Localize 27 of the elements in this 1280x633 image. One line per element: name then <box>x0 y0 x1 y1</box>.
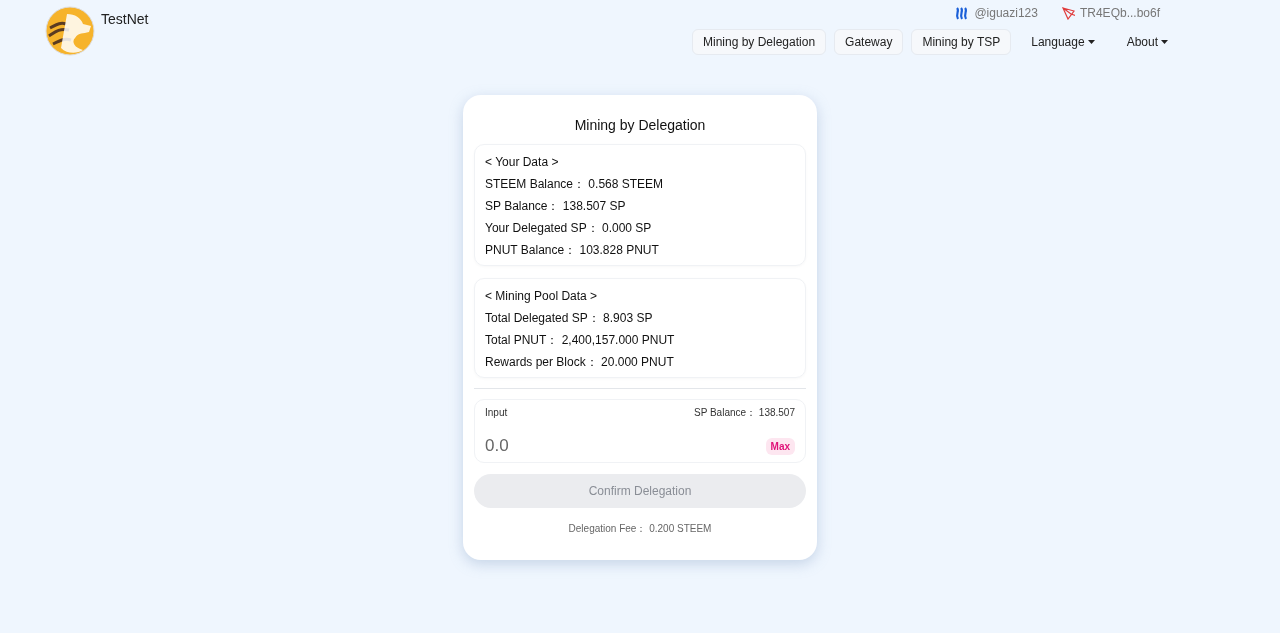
account-name[interactable]: @iguazi123 <box>974 6 1038 20</box>
data-row-text: Your Delegated SP： 0.000 SP <box>485 220 653 237</box>
input-label: Input <box>485 406 508 420</box>
sp-balance-text: SP Balance： 138.507 <box>694 406 795 420</box>
nav-dropdown[interactable]: Language <box>1019 30 1107 54</box>
data-row-text: STEEM Balance： 0.568 STEEM <box>485 176 665 193</box>
data-row-text: Rewards per Block： 20.000 PNUT <box>485 354 675 371</box>
delegation-fee-text: Delegation Fee： 0.200 STEEM <box>567 522 713 536</box>
panel-title: Mining by Delegation <box>573 117 707 133</box>
max-button[interactable]: Max <box>765 437 795 455</box>
account-name[interactable]: TR4EQb...bo6f <box>1079 6 1160 20</box>
squirrel-logo-icon <box>45 6 95 56</box>
nav-button[interactable]: Gateway <box>834 29 904 55</box>
nav-button[interactable]: Mining by Delegation <box>692 29 827 55</box>
section-heading: < Your Data > <box>485 154 560 171</box>
nav-button[interactable]: Mining by TSP <box>911 29 1012 55</box>
nav-dropdown[interactable]: About <box>1114 30 1180 54</box>
data-row-text: Total PNUT： 2,400,157.000 PNUT <box>485 332 676 349</box>
steem-logo-icon <box>955 6 970 20</box>
caret-icon <box>1087 40 1095 44</box>
tron-logo-icon <box>1061 6 1075 20</box>
data-row-text: PNUT Balance： 103.828 PNUT <box>485 242 660 259</box>
caret-icon <box>1161 40 1168 44</box>
data-row-text: SP Balance： 138.507 SP <box>485 198 627 215</box>
brand-name: TestNet <box>101 11 149 27</box>
data-row-text: Total Delegated SP： 8.903 SP <box>485 310 654 327</box>
section-heading: < Mining Pool Data > <box>485 288 599 305</box>
